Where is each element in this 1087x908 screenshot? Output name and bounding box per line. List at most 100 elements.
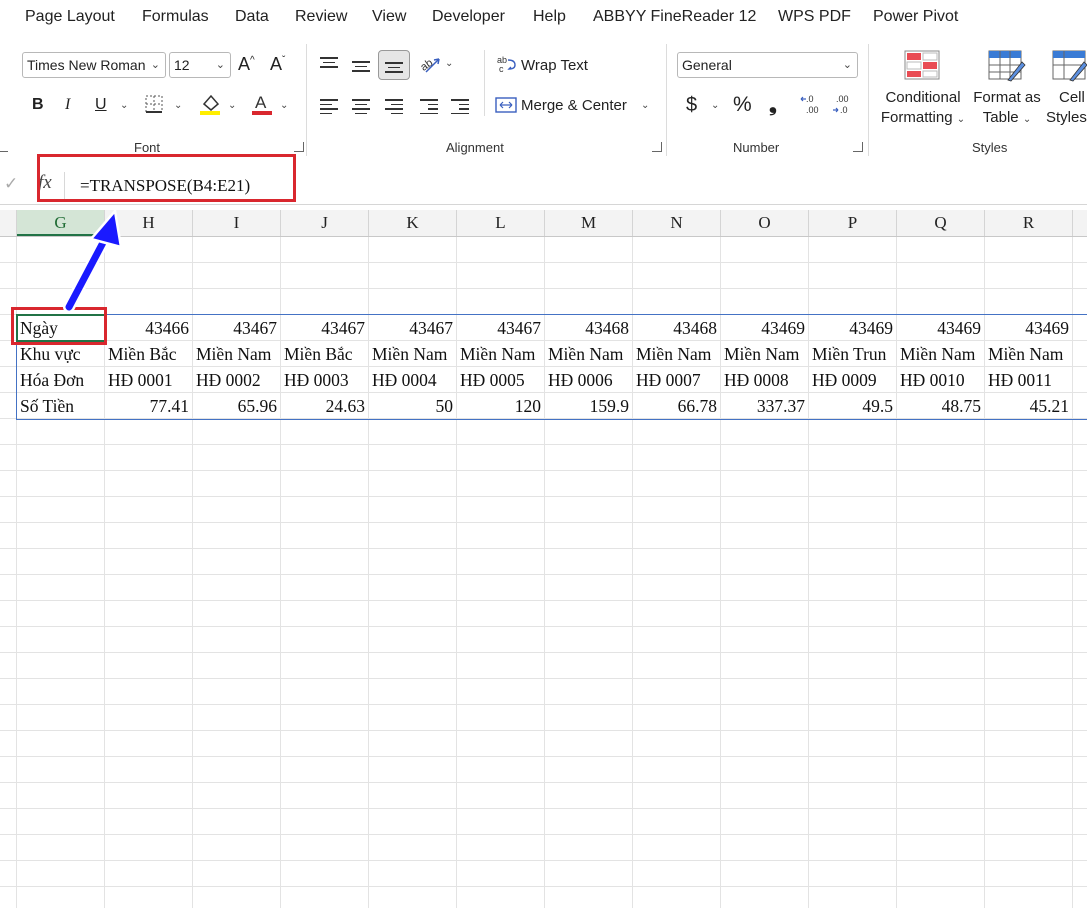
spill-range-border: [16, 314, 1087, 420]
comma-style-button[interactable]: ❟: [769, 94, 777, 117]
conditional-formatting-icon: [904, 50, 940, 85]
menu-data[interactable]: Data: [235, 8, 269, 26]
fill-color-icon[interactable]: [199, 92, 221, 121]
format-as-table-label-2: Table: [982, 109, 1019, 126]
format-as-table-icon: [988, 50, 1026, 87]
number-format-combo[interactable]: General ⌄: [677, 52, 858, 78]
menu-view[interactable]: View: [372, 8, 406, 26]
menu-help[interactable]: Help: [533, 8, 566, 26]
menu-wps-pdf[interactable]: WPS PDF: [778, 8, 851, 26]
decrease-decimal-icon[interactable]: .00.0: [832, 92, 856, 121]
menu-page-layout[interactable]: Page Layout: [25, 8, 115, 26]
bold-button[interactable]: B: [32, 96, 44, 114]
formula-highlight-box: [37, 154, 296, 202]
divider: [306, 44, 307, 156]
divider: [484, 50, 485, 116]
currency-button[interactable]: $: [686, 94, 697, 117]
chevron-down-icon[interactable]: ⌄: [711, 100, 719, 111]
align-top-icon[interactable]: [320, 54, 338, 71]
column-header-o[interactable]: O: [721, 210, 809, 236]
merge-center-button[interactable]: Merge & Center: [521, 97, 627, 114]
column-header-m[interactable]: M: [545, 210, 633, 236]
enter-check-icon[interactable]: ✓: [4, 174, 18, 194]
conditional-formatting-label-2: Formatting: [880, 109, 953, 126]
column-header-i[interactable]: I: [193, 210, 281, 236]
font-group-label: Font: [134, 140, 161, 155]
align-middle-icon[interactable]: [352, 58, 370, 75]
cell-styles-icon: [1052, 50, 1087, 87]
column-header-row: GHIJKLMNOPQR: [0, 210, 1087, 237]
chevron-down-icon[interactable]: ⌄: [174, 100, 182, 111]
menu-abbyy[interactable]: ABBYY FineReader 12: [593, 8, 756, 26]
divider: [868, 44, 869, 156]
increase-indent-icon[interactable]: [451, 96, 469, 117]
worksheet-grid[interactable]: Ngày 43466 43467 43467 43467 43467 43468 43468 4…: [0, 237, 1087, 908]
format-as-table-button[interactable]: Format as Table ⌄: [970, 88, 1044, 130]
cell-styles-label-2: Styles: [1046, 109, 1087, 126]
chevron-down-icon[interactable]: ⌄: [641, 100, 649, 111]
column-header-j[interactable]: J: [281, 210, 369, 236]
align-center-icon[interactable]: [352, 96, 370, 117]
column-header-partial[interactable]: [1073, 210, 1087, 236]
cell-styles-label-1: Cell: [1059, 89, 1085, 106]
menu-developer[interactable]: Developer: [432, 8, 505, 26]
decrease-indent-icon[interactable]: [420, 96, 438, 117]
percent-button[interactable]: %: [733, 93, 752, 117]
menu-formulas[interactable]: Formulas: [142, 8, 209, 26]
svg-text:.0: .0: [840, 105, 848, 115]
ribbon: Times New Roman ⌄ 12 ⌄ A^ Aˇ B I U ⌄ ⌄ ⌄ A…: [0, 36, 1087, 161]
increase-decimal-icon[interactable]: .0.00: [800, 92, 824, 121]
chevron-down-icon: ⌄: [1022, 114, 1032, 125]
svg-text:.00: .00: [806, 105, 819, 115]
chevron-down-icon[interactable]: ⌄: [120, 100, 128, 111]
grow-font-button[interactable]: A^: [238, 54, 255, 75]
column-header-n[interactable]: N: [633, 210, 721, 236]
align-right-icon[interactable]: [385, 96, 403, 117]
pointer-arrow-icon: [63, 208, 123, 313]
chevron-down-icon[interactable]: ⌄: [228, 100, 236, 111]
chevron-down-icon: ⌄: [215, 59, 225, 71]
menu-power-pivot[interactable]: Power Pivot: [873, 8, 958, 26]
chevron-down-icon[interactable]: ⌄: [445, 58, 453, 69]
align-left-icon[interactable]: [320, 96, 338, 117]
menu-review[interactable]: Review: [295, 8, 347, 26]
conditional-formatting-button[interactable]: Conditional Formatting ⌄: [878, 88, 968, 130]
conditional-formatting-label-1: Conditional: [885, 89, 961, 106]
chevron-down-icon[interactable]: ⌄: [280, 100, 288, 111]
styles-group-label: Styles: [972, 140, 1008, 155]
font-size-value: 12: [174, 57, 190, 73]
borders-icon[interactable]: [144, 94, 164, 119]
svg-text:c: c: [499, 64, 504, 74]
menu-bar: Page Layout Formulas Data Review View De…: [0, 0, 1087, 36]
orientation-icon[interactable]: ab: [418, 52, 442, 79]
select-all-corner[interactable]: [0, 210, 17, 236]
clipboard-dialog-launcher-icon[interactable]: [0, 142, 8, 152]
shrink-font-button[interactable]: Aˇ: [270, 54, 285, 75]
wrap-text-button[interactable]: Wrap Text: [521, 57, 588, 74]
font-name-combo[interactable]: Times New Roman ⌄: [22, 52, 166, 78]
chevron-down-icon: ⌄: [956, 114, 966, 125]
svg-text:A: A: [255, 93, 267, 112]
column-header-p[interactable]: P: [809, 210, 897, 236]
chevron-down-icon: ⌄: [150, 59, 160, 71]
column-header-k[interactable]: K: [369, 210, 457, 236]
number-format-value: General: [682, 57, 732, 73]
chevron-down-icon: ⌄: [842, 59, 852, 71]
alignment-group-label: Alignment: [446, 140, 504, 155]
merge-center-icon: [495, 96, 517, 119]
font-size-combo[interactable]: 12 ⌄: [169, 52, 231, 78]
font-name-value: Times New Roman: [27, 57, 146, 73]
column-header-r[interactable]: R: [985, 210, 1073, 236]
italic-button[interactable]: I: [65, 96, 70, 114]
cell-styles-button[interactable]: Cell Styles: [1044, 88, 1087, 128]
font-color-icon[interactable]: A: [251, 92, 273, 121]
svg-text:.0: .0: [806, 94, 814, 104]
column-header-q[interactable]: Q: [897, 210, 985, 236]
column-header-l[interactable]: L: [457, 210, 545, 236]
font-dialog-launcher-icon[interactable]: [294, 142, 304, 152]
align-bottom-button[interactable]: [378, 50, 410, 80]
wrap-text-icon: ab c: [497, 54, 517, 79]
number-dialog-launcher-icon[interactable]: [853, 142, 863, 152]
alignment-dialog-launcher-icon[interactable]: [652, 142, 662, 152]
underline-button[interactable]: U: [95, 96, 107, 114]
